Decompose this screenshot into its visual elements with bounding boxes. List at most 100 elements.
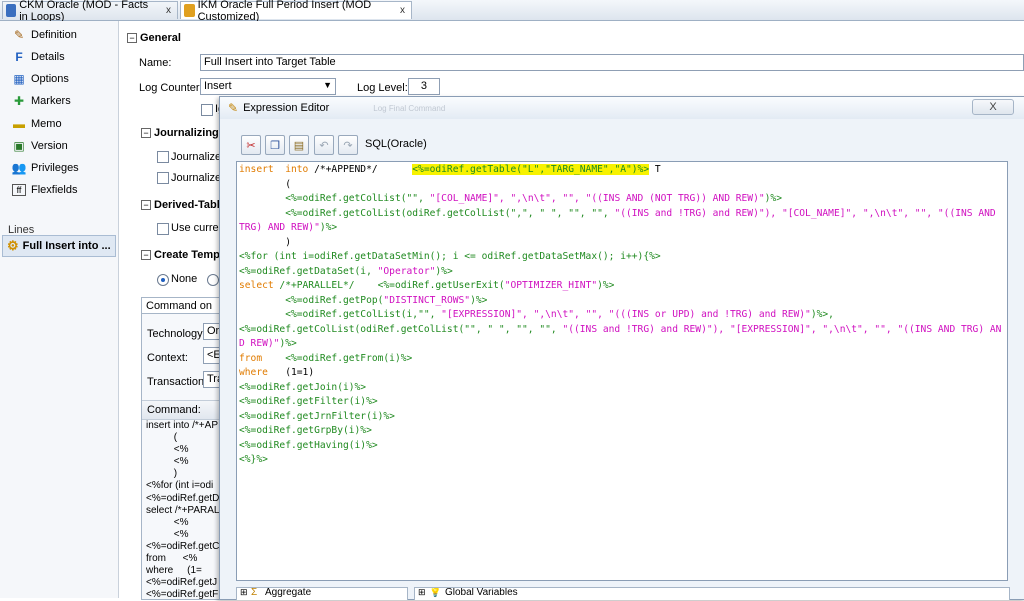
aggregate-tree[interactable]: ⊞ Σ Aggregate: [236, 587, 408, 600]
ignore-errors-checkbox[interactable]: [201, 104, 213, 116]
code-line: from <%=odiRef.getFrom(i)%>: [239, 352, 1005, 367]
code-line: <%=odiRef.getColList(odiRef.getColList("…: [239, 323, 1005, 352]
paste-icon[interactable]: ▤: [289, 135, 309, 155]
nav-item-options[interactable]: ▦ Options: [12, 70, 69, 88]
none-radio[interactable]: [157, 274, 169, 286]
use-current-checkbox[interactable]: [157, 223, 169, 235]
memo-icon: ▬: [13, 117, 25, 131]
global-variables-tree[interactable]: ⊞ 💡 Global Variables: [414, 587, 1010, 600]
code-text: <%=odiRef.getFrom(i)%>: [262, 352, 413, 364]
section-title: Journalizing: [154, 127, 219, 139]
editor-toolbar: ✂ ❐ ▤ ↶ ↷ SQL(Oracle): [236, 133, 1006, 157]
nav-item-memo[interactable]: ▬ Memo: [12, 115, 62, 133]
nav-item-flexfields[interactable]: ff Flexfields: [12, 181, 77, 199]
log-level-stepper[interactable]: 3: [408, 78, 440, 95]
copy-icon[interactable]: ❐: [265, 135, 285, 155]
ckm-icon: [6, 4, 17, 17]
string-literal: "DISTINCT_ROWS": [383, 294, 471, 306]
version-icon: ▣: [13, 139, 25, 153]
nav-item-version[interactable]: ▣ Version: [12, 137, 68, 155]
nav-item-markers[interactable]: ✚ Markers: [12, 92, 71, 110]
expression-editor-icon: ✎: [228, 101, 239, 115]
language-label: SQL(Oracle): [365, 138, 427, 150]
section-title: Derived-Table: [154, 199, 226, 211]
log-level-value: 3: [420, 80, 427, 92]
command-line: select /*+PARAL: [146, 504, 220, 516]
command-text[interactable]: insert into /*+AP ( <% <% ) <%for (int i=…: [146, 420, 222, 601]
expression-editor-dialog: ✎ Expression Editor Log Final Command X …: [219, 96, 1024, 600]
privileges-icon: 👥: [11, 161, 27, 175]
section-create-temp[interactable]: − Create Tempo: [141, 249, 227, 261]
nav-label: Version: [31, 140, 68, 152]
tab-label: IKM Oracle Full Period Insert (MOD Custo…: [197, 0, 372, 23]
code-line: <%=odiRef.getFilter(i)%>: [239, 396, 378, 407]
section-journalizing[interactable]: − Journalizing: [141, 127, 219, 139]
code-line: <%=odiRef.getPop("DISTINCT_ROWS")%>: [239, 294, 1005, 309]
section-title: General: [140, 32, 181, 44]
section-derived-table[interactable]: − Derived-Table: [141, 199, 226, 211]
radio-dot: [161, 278, 165, 282]
section-general[interactable]: − General: [127, 32, 181, 44]
command-line: ): [146, 468, 178, 480]
code-text: T: [649, 164, 661, 175]
command-line: <%: [146, 456, 189, 468]
log-counter-select[interactable]: Insert ▼: [200, 78, 336, 95]
close-icon[interactable]: x: [400, 5, 405, 16]
code-text: )%>: [279, 338, 297, 349]
command-line: <%=odiRef.getC: [146, 540, 220, 552]
code-editor[interactable]: insert into /*+APPEND*/ <%=odiRef.getTab…: [236, 161, 1008, 581]
command-line: (: [146, 432, 178, 444]
code-line: ): [239, 236, 291, 248]
nav-line-item[interactable]: ⚙ Full Insert into ...: [2, 235, 116, 257]
dialog-title-ghost: Log Final Command: [373, 103, 446, 113]
options-icon: ▦: [13, 72, 25, 86]
collapse-icon: −: [141, 200, 151, 210]
code-text: )%>: [435, 265, 453, 277]
journalized-checkbox-2[interactable]: [157, 172, 169, 184]
tab-ckm-oracle[interactable]: CKM Oracle (MOD - Facts in Loops) x: [2, 0, 178, 23]
code-line: <%=odiRef.getJrnFilter(i)%>: [239, 410, 395, 422]
journalized-checkbox[interactable]: [157, 151, 169, 163]
command-line: <%: [146, 516, 189, 528]
command-line: <%: [146, 528, 189, 540]
code-text: <%=odiRef.getPop(: [239, 294, 384, 306]
log-counter-value: Insert: [204, 80, 232, 92]
aggregate-label: Aggregate: [265, 587, 312, 598]
tab-command-on-target[interactable]: Command on Tar: [141, 297, 223, 324]
code-text: )%>,: [810, 309, 834, 320]
ikm-icon: [184, 4, 195, 17]
code-line: <%=odiRef.getColList(odiRef.getColList("…: [239, 207, 1005, 236]
other-radio[interactable]: [207, 274, 219, 286]
keyword: select: [239, 280, 274, 291]
close-icon[interactable]: x: [166, 5, 171, 16]
left-navigation: ✎ Definition F Details ▦ Options ✚ Marke…: [0, 21, 119, 598]
cut-icon[interactable]: ✂: [241, 135, 261, 155]
flexfields-icon: ff: [12, 184, 26, 196]
keyword: from: [239, 352, 263, 364]
nav-item-definition[interactable]: ✎ Definition: [12, 26, 77, 44]
code-text: <%=odiRef.getColList(odiRef.getColList("…: [239, 207, 615, 219]
code-line: <%=odiRef.getHaving(i)%>: [239, 439, 378, 451]
tab-ikm-oracle[interactable]: IKM Oracle Full Period Insert (MOD Custo…: [180, 0, 412, 23]
dialog-title: Expression Editor: [243, 102, 330, 114]
code-text: <%=odiRef.getDataSet(i,: [239, 265, 378, 277]
close-button[interactable]: X: [972, 99, 1014, 115]
command-line: <%: [146, 444, 189, 456]
nav-item-details[interactable]: F Details: [12, 48, 64, 66]
nav-item-privileges[interactable]: 👥 Privileges: [12, 159, 79, 177]
undo-icon[interactable]: ↶: [314, 135, 334, 155]
code-text: /*+APPEND*/: [308, 164, 413, 175]
collapse-icon: −: [141, 128, 151, 138]
log-level-label: Log Level:: [357, 82, 408, 94]
redo-icon[interactable]: ↷: [338, 135, 358, 155]
code-text: <%=odiRef.getColList(odiRef.getColList("…: [239, 323, 563, 335]
pencil-icon: ✎: [13, 28, 25, 42]
command-line: <%=odiRef.getD: [146, 492, 220, 504]
code-text: <%=odiRef.getColList("",: [239, 193, 430, 204]
details-icon: F: [15, 50, 23, 64]
name-label: Name:: [139, 57, 172, 69]
name-field[interactable]: Full Insert into Target Table: [200, 54, 1024, 71]
string-literal: "Operator": [377, 265, 436, 277]
dialog-title-bar[interactable]: ✎ Expression Editor Log Final Command: [220, 97, 1024, 119]
bulb-icon: 💡: [429, 587, 442, 598]
